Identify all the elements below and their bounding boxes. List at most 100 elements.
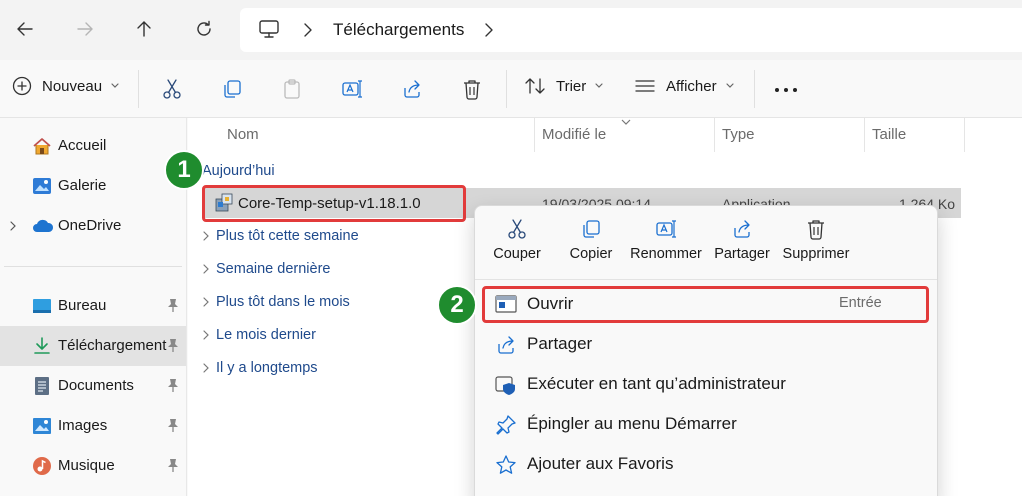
- chevron-right-icon: [202, 329, 210, 341]
- new-button[interactable]: Nouveau: [12, 76, 120, 96]
- chevron-down-icon: [725, 82, 735, 90]
- sidebar-item-gallery[interactable]: Galerie: [0, 166, 186, 206]
- share-icon: [495, 334, 517, 356]
- column-separator[interactable]: [714, 118, 715, 152]
- chevron-right-icon[interactable]: [9, 220, 17, 232]
- rename-icon[interactable]: [341, 78, 363, 100]
- group-earlier-this-week[interactable]: Plus tôt cette semaine: [202, 228, 359, 244]
- up-button[interactable]: [129, 14, 159, 44]
- group-last-week[interactable]: Semaine dernière: [202, 261, 330, 277]
- gallery-icon: [32, 176, 52, 196]
- separator: [138, 70, 139, 108]
- menu-item-share[interactable]: Partager: [475, 324, 937, 364]
- group-label: Aujourd’hui: [202, 163, 275, 179]
- group-long-ago[interactable]: Il y a longtemps: [202, 360, 318, 376]
- menu-item-pin-start[interactable]: Épingler au menu Démarrer: [475, 404, 937, 444]
- context-menu: Couper Copier Renommer Partager Supprime…: [474, 205, 938, 496]
- cloud-icon: [32, 216, 54, 236]
- desktop-icon: [32, 296, 52, 316]
- menu-item-label: Ajouter aux Favoris: [527, 454, 674, 473]
- column-header-name[interactable]: Nom: [227, 126, 259, 143]
- scissors-icon: [506, 218, 528, 240]
- refresh-icon: [195, 20, 213, 38]
- step-badge-1: 1: [164, 150, 204, 190]
- column-header-modified[interactable]: Modifié le: [542, 126, 606, 143]
- quick-action-share[interactable]: Partager: [702, 218, 782, 274]
- separator: [754, 70, 755, 108]
- chevron-right-icon[interactable]: [483, 22, 495, 38]
- home-icon: [32, 136, 52, 156]
- chevron-down-icon: [594, 82, 604, 90]
- pin-icon[interactable]: [167, 458, 179, 472]
- menu-item-label: Exécuter en tant qu’administrateur: [527, 374, 786, 393]
- sidebar-item-label: Images: [58, 417, 108, 434]
- divider: [475, 279, 937, 280]
- copy-icon[interactable]: [221, 78, 243, 100]
- chevron-right-icon: [202, 230, 210, 242]
- pin-icon[interactable]: [167, 338, 179, 352]
- group-earlier-this-month[interactable]: Plus tôt dans le mois: [202, 294, 350, 310]
- share-icon[interactable]: [401, 78, 423, 100]
- menu-item-run-as-admin[interactable]: Exécuter en tant qu’administrateur: [475, 364, 937, 404]
- quick-action-delete[interactable]: Supprimer: [776, 218, 856, 274]
- sidebar-item-desktop[interactable]: Bureau: [0, 286, 186, 326]
- paste-icon[interactable]: [281, 78, 303, 100]
- arrow-left-icon: [16, 20, 34, 38]
- rename-icon: [655, 218, 677, 240]
- group-label: Plus tôt dans le mois: [216, 294, 350, 310]
- more-options-icon[interactable]: [774, 86, 798, 94]
- chevron-right-icon[interactable]: [302, 22, 314, 38]
- sort-button[interactable]: Trier: [524, 76, 604, 96]
- column-separator[interactable]: [864, 118, 865, 152]
- download-arrow-icon: [32, 336, 52, 356]
- sidebar-item-home[interactable]: Accueil: [0, 126, 186, 166]
- pin-icon[interactable]: [167, 418, 179, 432]
- column-separator[interactable]: [534, 118, 535, 152]
- trash-icon[interactable]: [461, 78, 483, 100]
- pin-icon: [495, 414, 517, 436]
- copy-icon: [580, 218, 602, 240]
- forward-button[interactable]: [70, 14, 100, 44]
- menu-item-add-favorites[interactable]: Ajouter aux Favoris: [475, 444, 937, 484]
- menu-item-label: Épingler au menu Démarrer: [527, 414, 737, 433]
- chevron-right-icon: [202, 362, 210, 374]
- music-icon: [32, 456, 52, 476]
- sort-label: Trier: [556, 77, 587, 95]
- arrow-right-icon: [76, 20, 94, 38]
- quick-action-copy[interactable]: Copier: [551, 218, 631, 274]
- group-today[interactable]: Aujourd’hui: [202, 163, 275, 179]
- new-label: Nouveau: [42, 77, 103, 95]
- quick-action-label: Renommer: [630, 246, 702, 262]
- address-box[interactable]: Téléchargements: [240, 8, 1022, 52]
- sidebar-item-documents[interactable]: Documents: [0, 366, 186, 406]
- pin-icon[interactable]: [167, 298, 179, 312]
- sidebar-item-onedrive[interactable]: OneDrive: [0, 206, 186, 246]
- quick-action-label: Supprimer: [782, 246, 850, 262]
- view-button[interactable]: Afficher: [634, 76, 735, 96]
- divider: [4, 266, 182, 267]
- chevron-right-icon: [202, 296, 210, 308]
- sidebar-item-label: Musique: [58, 457, 115, 474]
- menu-item-label: Partager: [527, 334, 593, 353]
- group-last-month[interactable]: Le mois dernier: [202, 327, 316, 343]
- scissors-icon[interactable]: [161, 78, 183, 100]
- column-separator[interactable]: [964, 118, 965, 152]
- sidebar-item-downloads[interactable]: Téléchargement: [0, 326, 186, 366]
- refresh-button[interactable]: [189, 14, 219, 44]
- monitor-icon: [258, 19, 280, 39]
- column-header-size[interactable]: Taille: [872, 126, 906, 143]
- command-bar: Nouveau Trier Afficher: [0, 60, 1022, 118]
- view-lines-icon: [634, 76, 656, 96]
- group-label: Le mois dernier: [216, 327, 316, 343]
- highlight-box-file: [202, 185, 466, 222]
- column-header-type[interactable]: Type: [722, 126, 755, 143]
- breadcrumb-downloads[interactable]: Téléchargements: [333, 20, 464, 40]
- quick-action-rename[interactable]: Renommer: [626, 218, 706, 274]
- back-button[interactable]: [10, 14, 40, 44]
- pin-icon[interactable]: [167, 378, 179, 392]
- sidebar-item-pictures[interactable]: Images: [0, 406, 186, 446]
- sidebar-item-music[interactable]: Musique: [0, 446, 186, 486]
- quick-action-cut[interactable]: Couper: [477, 218, 557, 274]
- sidebar-item-label: Documents: [58, 377, 134, 394]
- highlight-box-open: [482, 286, 929, 323]
